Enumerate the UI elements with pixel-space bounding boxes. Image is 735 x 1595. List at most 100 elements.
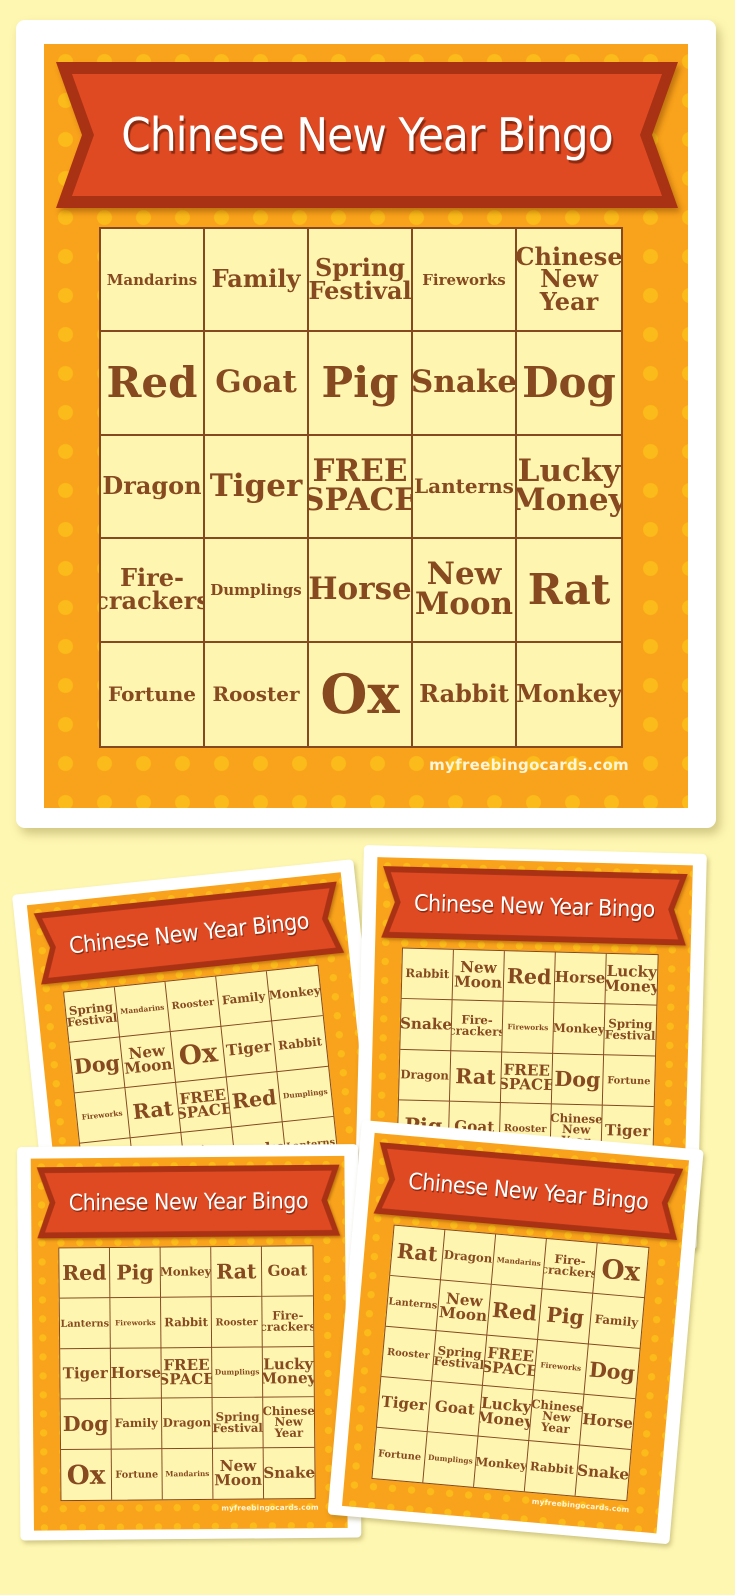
- bingo-cell[interactable]: Rooster: [381, 1326, 437, 1382]
- bingo-cell[interactable]: Lucky Money: [517, 436, 621, 540]
- bingo-cell[interactable]: Spring Festival: [64, 987, 121, 1043]
- bingo-cell[interactable]: Fireworks: [413, 229, 517, 333]
- bingo-cell[interactable]: Fire- crackers: [542, 1238, 598, 1294]
- bingo-cell[interactable]: Monkey: [517, 643, 621, 746]
- bingo-cell[interactable]: New Moon: [120, 1032, 177, 1088]
- bingo-cell[interactable]: Fortune: [372, 1427, 428, 1483]
- bingo-cell[interactable]: Lucky Money: [605, 953, 658, 1006]
- bingo-cell[interactable]: New Moon: [436, 1280, 492, 1336]
- bingo-cell[interactable]: Rat: [211, 1246, 263, 1298]
- bingo-cell[interactable]: Horse: [309, 539, 413, 643]
- bingo-cell[interactable]: Pig: [538, 1289, 594, 1345]
- bingo-cell[interactable]: Dog: [584, 1344, 640, 1400]
- bingo-cell[interactable]: Dog: [517, 332, 621, 436]
- free-space-cell[interactable]: FREE SPACE: [161, 1347, 213, 1399]
- bingo-cell[interactable]: Dumplings: [212, 1347, 264, 1399]
- bingo-cell[interactable]: Goat: [261, 1246, 313, 1297]
- bingo-cell[interactable]: Tiger: [221, 1021, 278, 1078]
- bingo-cell[interactable]: Dumplings: [277, 1066, 334, 1123]
- bingo-cell[interactable]: Ox: [61, 1449, 113, 1501]
- bingo-cell[interactable]: Goat: [427, 1381, 483, 1437]
- bingo-cell[interactable]: Mandarins: [162, 1448, 214, 1500]
- bingo-cell[interactable]: Fireworks: [533, 1339, 589, 1395]
- bingo-cell[interactable]: Fire- crackers: [101, 539, 205, 643]
- bingo-cell[interactable]: Fortune: [101, 642, 205, 746]
- bingo-cell[interactable]: Rabbit: [524, 1440, 580, 1496]
- bingo-cell[interactable]: Family: [216, 971, 273, 1027]
- bingo-cell[interactable]: Rabbit: [413, 642, 517, 746]
- bingo-cell[interactable]: Dog: [69, 1037, 126, 1094]
- bingo-cell[interactable]: Fireworks: [74, 1087, 131, 1144]
- bingo-cell[interactable]: Horse: [110, 1348, 162, 1400]
- bingo-cell[interactable]: Tiger: [60, 1348, 112, 1400]
- bingo-card-preview-bottom-right[interactable]: Chinese New Year Bingo Rat Dragon Mandarins…: [327, 1120, 704, 1545]
- bingo-cell[interactable]: Monkey: [160, 1247, 212, 1298]
- bingo-cell[interactable]: Mandarins: [491, 1234, 547, 1290]
- bingo-cell[interactable]: Family: [588, 1293, 644, 1349]
- bingo-cell[interactable]: Fireworks: [110, 1297, 162, 1349]
- bingo-cell[interactable]: Ox: [170, 1026, 227, 1083]
- free-space-cell[interactable]: FREE SPACE: [482, 1335, 539, 1391]
- bingo-card-preview-bottom-left[interactable]: Chinese New Year Bingo Red Pig Monkey Rat Goa…: [17, 1144, 362, 1541]
- bingo-cell[interactable]: Dragon: [440, 1230, 497, 1286]
- bingo-cell[interactable]: Rabbit: [161, 1297, 213, 1349]
- bingo-cell[interactable]: Fortune: [111, 1448, 163, 1500]
- bingo-cell[interactable]: Snake: [576, 1445, 631, 1500]
- bingo-cell[interactable]: Chinese New Year: [517, 229, 621, 333]
- bingo-cell[interactable]: Fireworks: [502, 1001, 555, 1054]
- bingo-cell[interactable]: Lanterns: [59, 1298, 111, 1350]
- bingo-cell[interactable]: Fire- crackers: [451, 1000, 504, 1053]
- bingo-cell[interactable]: Dog: [60, 1399, 112, 1450]
- bingo-cell[interactable]: Red: [487, 1285, 543, 1340]
- free-space-cell[interactable]: FREE SPACE: [309, 435, 413, 540]
- bingo-cell[interactable]: Rat: [449, 1051, 503, 1104]
- bingo-cell[interactable]: Dragon: [398, 1049, 452, 1102]
- bingo-cell[interactable]: Family: [205, 229, 309, 333]
- bingo-cell[interactable]: Lanterns: [413, 435, 517, 540]
- bingo-cell[interactable]: Rabbit: [272, 1016, 329, 1072]
- bingo-cell[interactable]: Red: [503, 951, 556, 1004]
- bingo-cell[interactable]: Lanterns: [385, 1276, 441, 1332]
- bingo-cell[interactable]: Monkey: [553, 1003, 606, 1056]
- bingo-cell[interactable]: Rat: [125, 1082, 182, 1139]
- bingo-cell[interactable]: Pig: [109, 1247, 162, 1299]
- bingo-cell[interactable]: Ox: [309, 642, 413, 746]
- bingo-cell[interactable]: Chinese New Year: [263, 1397, 315, 1449]
- bingo-cell[interactable]: Dog: [551, 1053, 605, 1106]
- bingo-cell[interactable]: Tiger: [205, 435, 309, 540]
- bingo-cell[interactable]: Goat: [205, 332, 309, 436]
- bingo-cell[interactable]: Red: [101, 332, 205, 436]
- bingo-cell[interactable]: New Moon: [212, 1448, 265, 1499]
- bingo-cell[interactable]: Dragon: [101, 435, 205, 540]
- bingo-cell[interactable]: Rooster: [205, 642, 309, 746]
- free-space-cell[interactable]: FREE SPACE: [500, 1052, 554, 1105]
- bingo-cell[interactable]: Mandarins: [114, 981, 171, 1038]
- bingo-cell[interactable]: Snake: [400, 999, 453, 1052]
- bingo-cell[interactable]: Monkey: [266, 965, 323, 1022]
- bingo-cell[interactable]: Mandarins: [101, 229, 205, 333]
- bingo-cell[interactable]: New Moon: [452, 949, 505, 1002]
- bingo-cell[interactable]: Fire- crackers: [262, 1296, 314, 1348]
- bingo-cell[interactable]: Family: [111, 1398, 163, 1450]
- bingo-cell[interactable]: Red: [59, 1247, 111, 1299]
- bingo-cell[interactable]: Snake: [264, 1448, 315, 1499]
- bingo-cell[interactable]: Lucky Money: [262, 1346, 314, 1398]
- bingo-cell[interactable]: Tiger: [376, 1377, 433, 1432]
- bingo-cell[interactable]: Dragon: [161, 1398, 213, 1449]
- bingo-cell[interactable]: Red: [226, 1071, 283, 1128]
- bingo-cell[interactable]: Spring Festival: [309, 229, 413, 333]
- bingo-cell[interactable]: Dumplings: [205, 539, 309, 643]
- bingo-cell[interactable]: Spring Festival: [432, 1331, 488, 1386]
- bingo-cell[interactable]: Monkey: [474, 1436, 530, 1492]
- bingo-cell[interactable]: Snake: [413, 332, 517, 436]
- bingo-cell[interactable]: Rat: [390, 1225, 446, 1281]
- bingo-cell[interactable]: Rooster: [211, 1296, 263, 1348]
- bingo-cell[interactable]: Horse: [579, 1394, 636, 1450]
- bingo-cell[interactable]: Dumplings: [423, 1431, 479, 1487]
- bingo-cell[interactable]: Lucky Money: [478, 1385, 534, 1441]
- bingo-cell[interactable]: Rooster: [165, 976, 222, 1033]
- bingo-cell[interactable]: New Moon: [413, 539, 517, 643]
- bingo-cell[interactable]: Rabbit: [401, 948, 454, 1001]
- bingo-cell[interactable]: Spring Festival: [212, 1397, 264, 1449]
- bingo-cell[interactable]: Fortune: [602, 1055, 656, 1108]
